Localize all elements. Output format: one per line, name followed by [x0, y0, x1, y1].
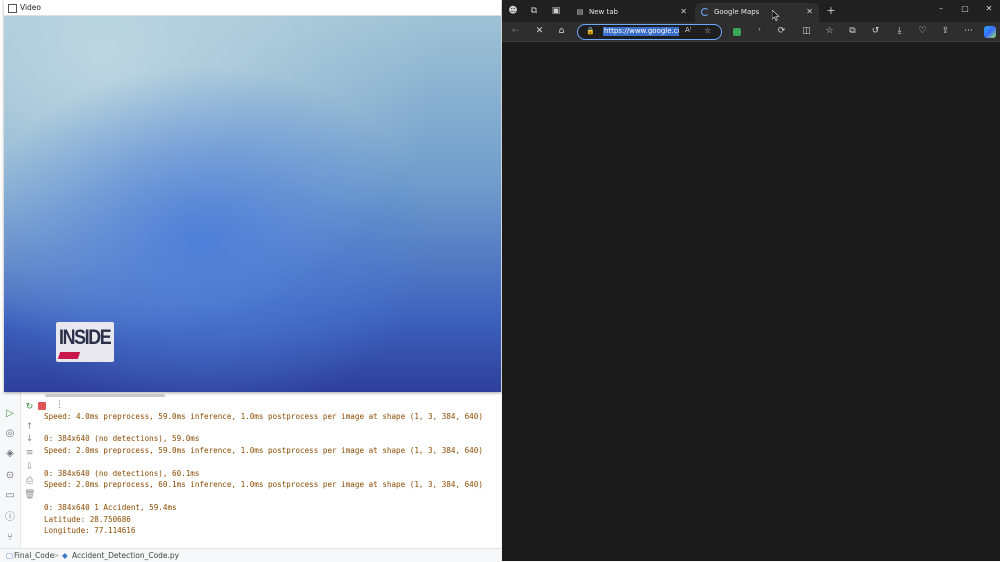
- profile-avatar-icon[interactable]: ☻: [507, 5, 519, 17]
- scroll-down-icon[interactable]: ↓: [24, 434, 35, 445]
- terminal-icon[interactable]: ▭: [4, 490, 16, 502]
- extensions-puzzle-icon[interactable]: ⟳: [776, 26, 787, 37]
- back-arrow-icon[interactable]: ←: [510, 26, 521, 37]
- stop-loading-icon[interactable]: ✕: [534, 26, 545, 37]
- layers-icon[interactable]: ◈: [4, 448, 16, 460]
- history-icon[interactable]: ↺: [870, 26, 881, 37]
- extension-shield-icon[interactable]: [733, 28, 741, 36]
- page-content-area[interactable]: [502, 42, 1000, 561]
- video-window[interactable]: Video INSIDE: [4, 0, 501, 392]
- loading-spinner-icon: [701, 8, 709, 16]
- console-line: 0: 384x640 (no detections), 59.0ms: [44, 434, 200, 443]
- tab-actions-icon[interactable]: ▣: [550, 5, 562, 17]
- browser-window: ☻ ⧉ ▣ ▤ New tab ✕ Google Maps ✕ + – ▢ ✕ …: [502, 0, 1000, 561]
- services-icon[interactable]: ⊙: [4, 470, 16, 482]
- soft-wrap-icon[interactable]: ≡: [24, 448, 35, 459]
- new-tab-plus-icon[interactable]: +: [825, 5, 837, 17]
- maximize-icon[interactable]: ▢: [960, 4, 970, 13]
- breadcrumb-project[interactable]: Final_Code: [14, 551, 54, 560]
- scroll-to-end-icon[interactable]: ⇩: [24, 462, 35, 473]
- python-file-icon: ◆: [62, 551, 68, 560]
- tab-strip: ☻ ⧉ ▣ ▤ New tab ✕ Google Maps ✕ + – ▢ ✕: [502, 0, 1000, 22]
- project-icon: ▢: [6, 551, 14, 560]
- rerun-icon[interactable]: ↻: [24, 402, 35, 413]
- favorite-star-icon[interactable]: ☆: [704, 26, 711, 35]
- extension-icon[interactable]: ᵗ: [754, 26, 765, 37]
- run-tool-icon[interactable]: ▷: [4, 408, 16, 420]
- video-title-bar[interactable]: Video: [4, 0, 501, 16]
- window-icon: [8, 4, 17, 13]
- home-icon[interactable]: ⌂: [556, 26, 567, 37]
- address-url[interactable]: https://www.google.com/: [603, 27, 679, 36]
- video-frame: INSIDE: [4, 16, 501, 392]
- address-bar[interactable]: 🔒 https://www.google.com/ A⁾ ☆: [577, 24, 722, 40]
- read-aloud-icon[interactable]: A⁾: [685, 26, 692, 34]
- run-panel-toolbar: ↻ ↑ ↓ ≡ ⇩ ⎙ 🗑: [20, 392, 38, 548]
- console-line: Speed: 4.0ms preprocess, 59.0ms inferenc…: [44, 412, 483, 421]
- video-window-title: Video: [20, 3, 42, 12]
- console-line: Speed: 2.0ms preprocess, 59.0ms inferenc…: [44, 446, 483, 455]
- scroll-up-icon[interactable]: ↑: [24, 422, 35, 433]
- performance-icon[interactable]: ♡: [917, 26, 928, 37]
- console-line: 0: 384x640 (no detections), 60.1ms: [44, 469, 200, 478]
- tab-new-tab[interactable]: ▤ New tab ✕: [570, 3, 693, 22]
- console-line: Latitude: 28.750686: [44, 515, 131, 524]
- tab-google-maps[interactable]: Google Maps ✕: [695, 3, 819, 22]
- tab-label: New tab: [589, 8, 618, 16]
- mouse-cursor: [771, 6, 780, 21]
- console-line: Longitude: 77.114616: [44, 526, 136, 535]
- ide-status-bar: ▢ Final_Code > ◆ Accident_Detection_Code…: [0, 548, 501, 562]
- inside-logo-text: INSIDE: [59, 326, 112, 349]
- trash-icon[interactable]: 🗑: [24, 490, 35, 501]
- split-screen-icon[interactable]: ◫: [801, 26, 812, 37]
- git-icon[interactable]: ⑂: [4, 532, 16, 544]
- python-packages-icon[interactable]: ◎: [4, 428, 16, 440]
- downloads-icon[interactable]: ⤓: [894, 26, 905, 37]
- console-line: Speed: 2.0ms preprocess, 60.1ms inferenc…: [44, 480, 483, 489]
- breadcrumb-separator: >: [53, 551, 60, 560]
- tab-label: Google Maps: [714, 8, 760, 16]
- collections-icon[interactable]: ⧉: [847, 26, 858, 37]
- share-icon[interactable]: ⇪: [940, 26, 951, 37]
- lock-icon: 🔒: [586, 27, 595, 35]
- minimize-icon[interactable]: –: [936, 4, 946, 13]
- workspaces-icon[interactable]: ⧉: [528, 5, 540, 17]
- inside-logo-stripe: [57, 352, 81, 359]
- favorites-icon[interactable]: ☆: [824, 26, 835, 37]
- console-line: 0: 384x640 1 Accident, 59.4ms: [44, 503, 177, 512]
- new-tab-icon: ▤: [576, 8, 584, 16]
- run-console[interactable]: Speed: 4.0ms preprocess, 59.0ms inferenc…: [38, 392, 498, 548]
- horizontal-scrollbar[interactable]: [45, 394, 165, 397]
- problems-icon[interactable]: ⓘ: [4, 512, 16, 524]
- close-window-icon[interactable]: ✕: [984, 4, 994, 13]
- ide-tool-strip: ▷ ◎ ◈ ⊙ ▭ ⓘ ⑂: [0, 392, 21, 548]
- navigation-toolbar: ← ✕ ⌂ 🔒 https://www.google.com/ A⁾ ☆ ᵗ ⟳…: [502, 22, 1000, 42]
- settings-more-icon[interactable]: ⋯: [963, 26, 974, 37]
- copilot-icon[interactable]: [984, 26, 996, 38]
- inside-logo: INSIDE: [56, 322, 114, 362]
- breadcrumb-file[interactable]: Accident_Detection_Code.py: [72, 551, 179, 560]
- print-icon[interactable]: ⎙: [24, 476, 35, 487]
- close-tab-icon[interactable]: ✕: [680, 7, 687, 16]
- close-tab-icon[interactable]: ✕: [806, 7, 813, 16]
